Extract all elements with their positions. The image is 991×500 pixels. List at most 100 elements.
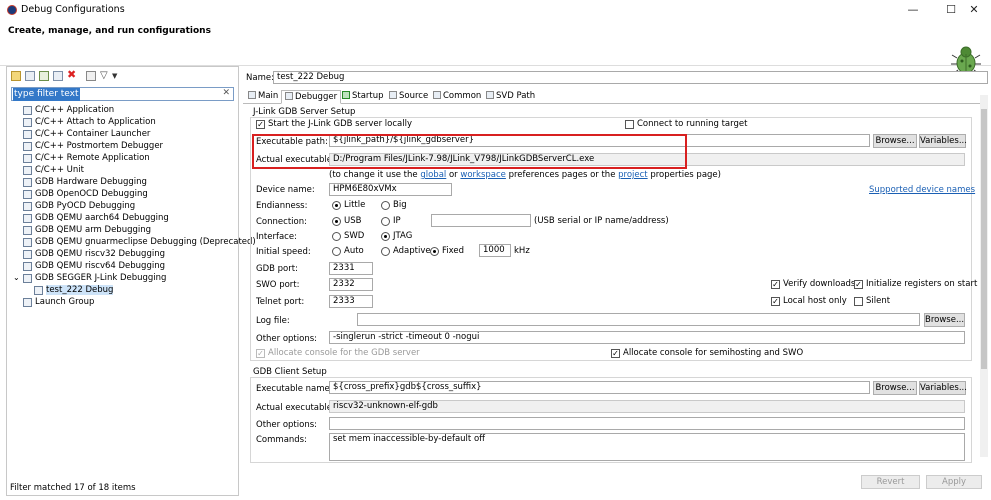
new-config-icon[interactable] [11, 71, 21, 81]
global-link[interactable]: global [420, 170, 446, 180]
client-exe-input[interactable]: ${cross_prefix}gdb${cross_suffix} [329, 381, 870, 394]
title-bar: Debug Configurations — ☐ ✕ [0, 0, 991, 20]
client-other-input[interactable] [329, 417, 965, 430]
apply-button[interactable]: Apply [926, 475, 982, 489]
supported-devices-link[interactable]: Supported device names [869, 185, 975, 195]
revert-button[interactable]: Revert [861, 475, 920, 489]
server-other-input[interactable]: -singlerun -strict -timeout 0 -nogui [329, 331, 965, 344]
adaptive-radio[interactable] [381, 247, 390, 256]
tab-bar: Main Debugger Startup Source Common SVD … [243, 90, 988, 104]
silent-label: Silent [866, 296, 891, 306]
header-title: Create, manage, and run configurations [8, 26, 211, 36]
local-host-checkbox[interactable]: ✓ [771, 297, 780, 306]
jtag-radio[interactable] [381, 232, 390, 241]
tab-main[interactable]: Main [245, 90, 281, 104]
highlight-annotation [252, 134, 687, 169]
client-browse-button[interactable]: Browse... [873, 381, 917, 395]
silent-checkbox[interactable] [854, 297, 863, 306]
window-title: Debug Configurations [21, 4, 125, 15]
tab-svd-path[interactable]: SVD Path [483, 90, 538, 104]
client-variables-button[interactable]: Variables... [919, 381, 967, 395]
clear-filter-icon[interactable]: ✕ [222, 88, 230, 98]
alloc-semihosting-checkbox[interactable]: ✓ [611, 349, 620, 358]
export-icon[interactable] [39, 71, 49, 81]
start-local-checkbox[interactable]: ✓ [256, 120, 265, 129]
config-type-icon [23, 262, 32, 271]
config-type-icon [23, 226, 32, 235]
expand-chevron-icon[interactable]: ⌄ [13, 273, 20, 282]
gdb-port-input[interactable]: 2331 [329, 262, 373, 275]
alloc-semihosting-label: Allocate console for semihosting and SWO [623, 348, 804, 358]
tab-startup[interactable]: Startup [339, 90, 387, 104]
auto-radio[interactable] [332, 247, 341, 256]
log-browse-button[interactable]: Browse... [924, 313, 965, 327]
fixed-radio[interactable] [430, 247, 439, 256]
common-tab-icon [433, 91, 441, 99]
big-radio[interactable] [381, 201, 390, 210]
config-type-icon [23, 166, 32, 175]
collapse-all-icon[interactable] [86, 71, 96, 81]
little-radio[interactable] [332, 201, 341, 210]
speed-input[interactable]: 1000 [479, 244, 511, 257]
workspace-link[interactable]: workspace [460, 170, 506, 180]
ip-radio[interactable] [381, 217, 390, 226]
swo-port-label: SWO port: [256, 280, 300, 290]
init-registers-checkbox[interactable]: ✓ [854, 280, 863, 289]
tree-item-label: GDB SEGGER J-Link Debugging [35, 273, 167, 283]
tree-item-label: GDB QEMU arm Debugging [35, 225, 152, 235]
usb-label: USB [344, 216, 362, 226]
tree-item-label: GDB PyOCD Debugging [35, 201, 136, 211]
tab-debugger[interactable]: Debugger [281, 90, 342, 104]
initial-speed-label: Initial speed: [256, 247, 311, 257]
config-type-icon [23, 202, 32, 211]
tab-source[interactable]: Source [386, 90, 431, 104]
tab-common[interactable]: Common [430, 90, 484, 104]
ip-address-input[interactable] [431, 214, 531, 227]
view-menu-icon[interactable]: ▼ [112, 71, 122, 81]
project-link[interactable]: project [618, 170, 648, 180]
duplicate-icon[interactable] [53, 71, 63, 81]
close-button[interactable]: ✕ [960, 2, 988, 18]
usb-radio[interactable] [332, 217, 341, 226]
config-type-icon [23, 118, 32, 127]
tree-item-label: GDB QEMU riscv64 Debugging [35, 261, 165, 271]
dialog-header: Create, manage, and run configurations [0, 20, 991, 75]
new-prototype-icon[interactable] [25, 71, 35, 81]
delete-icon[interactable]: ✖ [67, 69, 77, 80]
start-local-label: Start the J-Link GDB server locally [268, 119, 412, 129]
gdb-port-label: GDB port: [256, 264, 298, 274]
vertical-scrollbar[interactable] [980, 95, 988, 457]
client-other-label: Other options: [256, 420, 318, 430]
server-variables-button[interactable]: Variables... [919, 134, 967, 148]
filter-icon[interactable]: ▽ [100, 71, 110, 81]
config-type-icon [23, 238, 32, 247]
main-tab-icon [248, 91, 256, 99]
debugger-tab-icon [285, 92, 293, 100]
alloc-gdb-console-checkbox[interactable]: ✓ [256, 349, 265, 358]
verify-downloads-label: Verify downloads [783, 279, 856, 289]
connect-running-checkbox[interactable] [625, 120, 634, 129]
device-input[interactable]: HPM6E80xVMx [329, 183, 452, 196]
tree-item-label: C/C++ Postmortem Debugger [35, 141, 164, 151]
name-input[interactable]: test_222 Debug [273, 71, 988, 84]
config-type-icon [23, 214, 32, 223]
name-label: Name: [246, 73, 274, 83]
log-file-label: Log file: [256, 316, 290, 326]
swo-port-input[interactable]: 2332 [329, 278, 373, 291]
commands-textarea[interactable]: set mem inaccessible-by-default off [329, 433, 965, 461]
server-browse-button[interactable]: Browse... [873, 134, 917, 148]
jtag-label: JTAG [393, 231, 413, 241]
swd-radio[interactable] [332, 232, 341, 241]
verify-downloads-checkbox[interactable]: ✓ [771, 280, 780, 289]
init-registers-label: Initialize registers on start [866, 279, 978, 289]
telnet-port-input[interactable]: 2333 [329, 295, 373, 308]
log-file-input[interactable] [357, 313, 920, 326]
tree-item-label: C/C++ Remote Application [35, 153, 150, 163]
scrollbar-thumb[interactable] [981, 109, 987, 369]
minimize-button[interactable]: — [899, 2, 927, 18]
tree-item-label: Launch Group [35, 297, 95, 307]
svd-tab-icon [486, 91, 494, 99]
fixed-label: Fixed [442, 246, 465, 256]
server-hint: (to change it use the global or workspac… [329, 170, 721, 180]
filter-input[interactable]: type filter text ✕ [11, 87, 234, 101]
